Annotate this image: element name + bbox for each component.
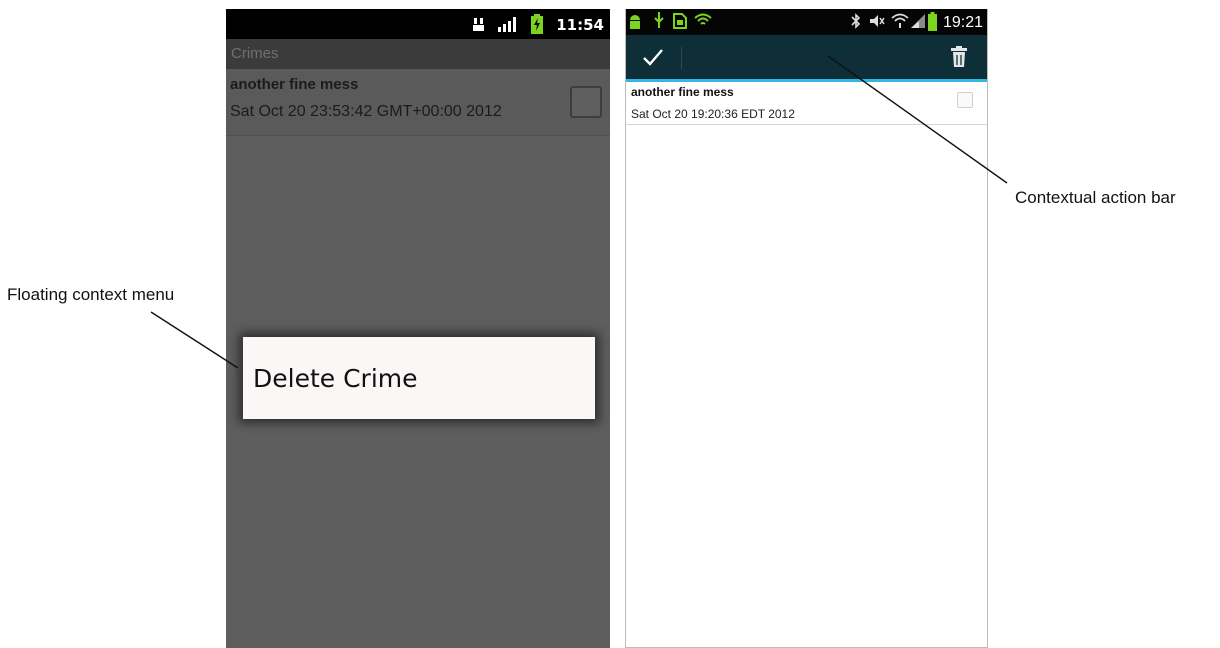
signal-icon xyxy=(498,17,516,32)
wifi-icon xyxy=(694,13,712,25)
floating-context-menu: Delete Crime xyxy=(243,337,595,419)
callout-floating-context-menu: Floating context menu xyxy=(7,285,175,304)
cell-signal-icon xyxy=(911,14,925,28)
status-bar: 11:54 xyxy=(226,9,610,39)
solved-checkbox[interactable] xyxy=(570,86,602,118)
crime-list-item[interactable]: another fine mess Sat Oct 20 19:20:36 ED… xyxy=(626,82,987,125)
bluetooth-icon xyxy=(851,13,861,29)
battery-charging-icon xyxy=(531,14,543,34)
usb-debug-icon xyxy=(473,18,484,31)
action-bar-divider xyxy=(681,47,682,69)
crime-list-item[interactable]: another fine mess Sat Oct 20 23:53:42 GM… xyxy=(226,69,610,136)
checkmark-icon[interactable] xyxy=(642,48,664,66)
trash-icon[interactable] xyxy=(950,46,968,68)
crime-title: another fine mess xyxy=(230,76,359,93)
delete-crime-menu-item[interactable]: Delete Crime xyxy=(253,364,418,393)
crime-date: Sat Oct 20 23:53:42 GMT+00:00 2012 xyxy=(230,103,502,120)
callout-contextual-action-bar: Contextual action bar xyxy=(1015,188,1176,207)
status-time: 19:21 xyxy=(942,14,983,31)
app-title-bar: Crimes xyxy=(226,39,610,69)
android-debug-icon xyxy=(630,15,640,29)
usb-icon xyxy=(654,12,664,28)
sim-card-icon xyxy=(673,13,687,29)
right-phone-screen: 19:21 another fine mess Sat Oct 20 19:20… xyxy=(625,9,988,648)
status-bar: 19:21 xyxy=(626,9,987,35)
crime-title: another fine mess xyxy=(631,85,734,99)
battery-icon xyxy=(928,12,937,31)
solved-checkbox[interactable] xyxy=(957,92,973,108)
contextual-action-bar xyxy=(626,35,987,82)
crime-date: Sat Oct 20 19:20:36 EDT 2012 xyxy=(631,107,795,121)
left-phone-screen: 11:54 Crimes another fine mess Sat Oct 2… xyxy=(226,9,610,648)
wifi-signal-icon xyxy=(891,13,909,28)
mute-icon xyxy=(870,15,885,27)
float-menu-leader-line xyxy=(150,311,239,369)
callout-leader-lines xyxy=(150,55,1008,369)
app-title: Crimes xyxy=(231,45,279,62)
status-time: 11:54 xyxy=(556,16,604,34)
